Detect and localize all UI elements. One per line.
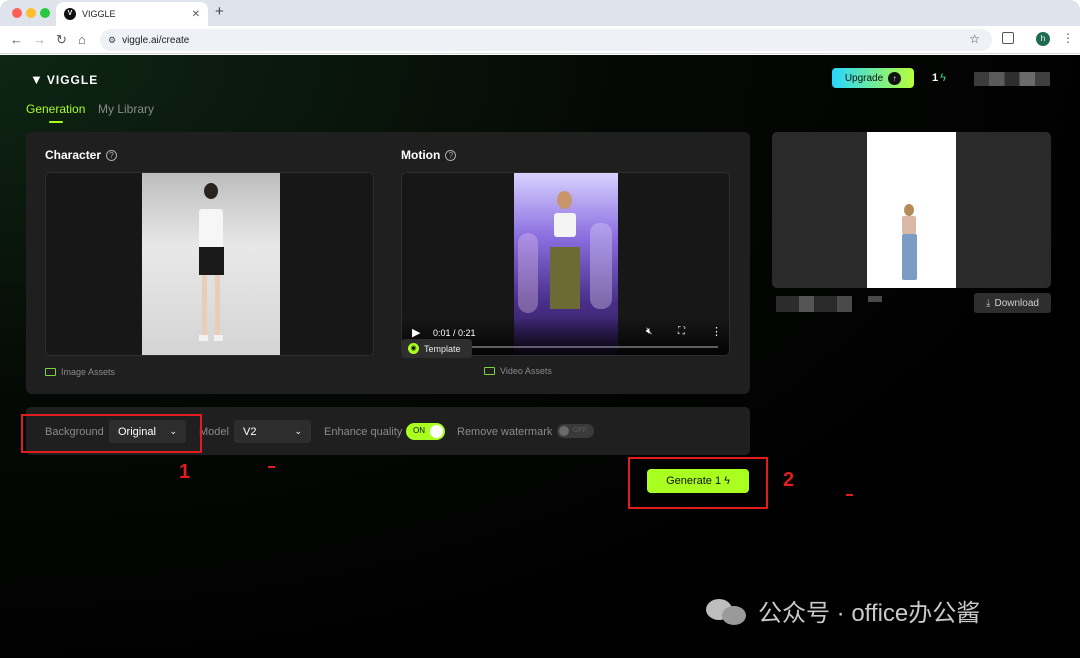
viggle-favicon-icon: V <box>64 8 76 20</box>
annotation-box-2 <box>628 457 768 509</box>
site-settings-icon[interactable]: ⚙ <box>108 35 116 46</box>
fullscreen-icon[interactable]: ⛶ <box>678 326 685 337</box>
download-icon: ⤓ <box>986 297 991 309</box>
bolt-icon: ϟ <box>940 72 946 84</box>
extensions-icon[interactable] <box>1002 32 1014 44</box>
upgrade-label: Upgrade <box>844 72 884 84</box>
tab-generation[interactable]: Generation <box>26 102 85 116</box>
reload-icon[interactable]: ↻ <box>56 31 67 49</box>
enhance-quality-toggle[interactable]: ON <box>406 423 445 440</box>
download-button[interactable]: ⤓ Download <box>974 293 1051 313</box>
annotation-mark <box>846 494 853 496</box>
credits-count: 1 <box>932 72 939 84</box>
video-assets-label: Video Assets <box>500 366 552 376</box>
close-window-button[interactable] <box>12 8 22 18</box>
star-icon[interactable]: ☆ <box>969 32 980 46</box>
more-options-icon[interactable]: ⋮ <box>711 325 722 338</box>
model-label: Model <box>199 426 229 438</box>
forward-arrow-icon[interactable]: → <box>33 31 46 49</box>
annotation-number-2: 2 <box>783 469 795 491</box>
watermark-text: 公众号 · office办公酱 <box>758 600 981 627</box>
template-label: Template <box>424 343 461 354</box>
toggle-knob <box>430 425 443 438</box>
wechat-watermark: 公众号 · office办公酱 <box>706 593 980 628</box>
viggle-logo-icon: ▼ <box>30 72 43 87</box>
character-title: Character <box>45 148 102 162</box>
model-value: V2 <box>243 425 257 438</box>
motion-section-title: Motion ? <box>401 148 457 162</box>
browser-menu-icon[interactable]: ⋮ <box>1062 31 1074 45</box>
annotation-number-1: 1 <box>179 461 191 483</box>
character-upload-area[interactable] <box>45 172 374 356</box>
browser-tab[interactable]: V VIGGLE ✕ <box>56 2 208 26</box>
template-icon: ◉ <box>408 343 419 354</box>
video-assets-link[interactable]: Video Assets <box>484 366 552 376</box>
annotation-box-1 <box>21 414 202 453</box>
result-name-blurred <box>776 296 852 312</box>
video-time: 0:01 / 0:21 <box>433 328 476 338</box>
help-circle-icon[interactable]: ? <box>445 149 457 161</box>
remove-watermark-label: Remove watermark <box>457 426 553 438</box>
enhance-quality-label: Enhance quality <box>324 426 403 438</box>
character-section-title: Character ? <box>45 148 118 162</box>
folder-icon <box>484 367 495 375</box>
result-meta-blurred <box>868 296 882 302</box>
upgrade-button[interactable]: Upgrade ↑ <box>832 68 914 88</box>
image-assets-link[interactable]: Image Assets <box>45 367 115 377</box>
viggle-logo[interactable]: ▼ VIGGLE <box>30 72 98 87</box>
motion-video-player[interactable]: ▶ 0:01 / 0:21 🔇︎ ⛶ ⋮ <box>401 172 730 356</box>
annotation-mark <box>268 466 275 468</box>
character-image <box>142 173 280 355</box>
address-bar[interactable]: ⚙ viggle.ai/create ☆ <box>100 29 992 51</box>
model-select[interactable]: V2 ⌄ <box>234 420 311 443</box>
wechat-logo-icon <box>706 597 748 625</box>
remove-watermark-toggle[interactable]: OFF <box>557 424 594 438</box>
user-info-blurred[interactable] <box>974 72 1050 86</box>
arrow-up-icon: ↑ <box>888 71 902 85</box>
image-assets-label: Image Assets <box>61 367 116 377</box>
tab-close-icon[interactable]: ✕ <box>192 9 200 20</box>
result-preview[interactable] <box>772 132 1051 288</box>
tab-my-library[interactable]: My Library <box>98 102 154 116</box>
play-icon[interactable]: ▶ <box>412 326 420 339</box>
tab-title: VIGGLE <box>82 9 116 19</box>
credits-counter: 1 ϟ <box>932 72 946 84</box>
folder-icon <box>45 368 56 376</box>
template-button[interactable]: ◉ Template <box>402 339 472 358</box>
input-panel: Character ? Image Assets Motion ? ▶ 0:01… <box>26 132 750 394</box>
help-circle-icon[interactable]: ? <box>106 149 118 161</box>
new-tab-button[interactable]: + <box>215 3 224 20</box>
motion-title: Motion <box>401 148 441 162</box>
enhance-toggle-state: ON <box>413 426 425 435</box>
back-arrow-icon[interactable]: ← <box>10 31 23 49</box>
url-text: viggle.ai/create <box>122 34 190 46</box>
maximize-window-button[interactable] <box>40 8 50 18</box>
watermark-toggle-state: OFF <box>573 427 587 434</box>
active-tab-indicator <box>49 121 63 123</box>
download-label: Download <box>994 297 1039 309</box>
toggle-knob <box>559 426 569 436</box>
home-icon[interactable]: ⌂ <box>78 31 86 49</box>
result-video-frame <box>867 132 956 288</box>
logo-text: VIGGLE <box>46 72 99 87</box>
mute-icon[interactable]: 🔇︎ <box>646 326 652 337</box>
browser-tab-bar: V VIGGLE ✕ + <box>0 0 1080 26</box>
viggle-app: ▼ VIGGLE Upgrade ↑ 1 ϟ Generation My Lib… <box>0 55 1080 658</box>
minimize-window-button[interactable] <box>26 8 36 18</box>
browser-toolbar: ← → ↻ ⌂ ⚙ viggle.ai/create ☆ h ⋮ <box>0 26 1080 54</box>
chevron-down-icon: ⌄ <box>294 426 302 436</box>
profile-avatar[interactable]: h <box>1036 32 1050 46</box>
